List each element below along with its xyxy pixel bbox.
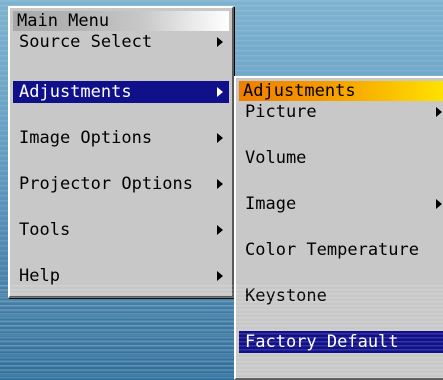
menu-item-label: Keystone: [245, 286, 327, 306]
menu-item-help[interactable]: Help: [13, 265, 229, 287]
menu-item-label: Image: [245, 194, 297, 214]
chevron-right-icon: [217, 87, 223, 97]
submenu-item-picture[interactable]: Picture: [239, 101, 443, 123]
chevron-right-icon: [436, 199, 442, 209]
submenu-title: Adjustments: [239, 81, 443, 101]
adjustments-submenu: Adjustments Picture Volume Image Color T…: [234, 76, 443, 380]
main-menu-title: Main Menu: [13, 11, 229, 31]
menu-item-projector-options[interactable]: Projector Options: [13, 173, 229, 195]
chevron-right-icon: [217, 225, 223, 235]
menu-item-label: Help: [19, 266, 60, 286]
submenu-item-color-temperature[interactable]: Color Temperature: [239, 239, 443, 261]
submenu-item-image[interactable]: Image: [239, 193, 443, 215]
chevron-right-icon: [217, 37, 223, 47]
menu-item-label: Color Temperature: [245, 240, 419, 260]
chevron-right-icon: [217, 133, 223, 143]
menu-item-label: Image Options: [19, 128, 153, 148]
menu-item-label: Projector Options: [19, 174, 193, 194]
menu-item-label: Factory Default: [245, 332, 399, 352]
menu-item-label: Tools: [19, 220, 71, 240]
menu-item-label: Source Select: [19, 32, 153, 52]
main-menu: Main Menu Source Select Adjustments Imag…: [8, 6, 234, 298]
chevron-right-icon: [436, 107, 442, 117]
menu-item-adjustments[interactable]: Adjustments: [13, 81, 229, 103]
menu-item-label: Picture: [245, 102, 317, 122]
chevron-right-icon: [217, 179, 223, 189]
menu-item-label: Volume: [245, 148, 307, 168]
menu-item-source-select[interactable]: Source Select: [13, 31, 229, 53]
submenu-item-factory-default[interactable]: Factory Default: [239, 331, 443, 353]
submenu-item-keystone[interactable]: Keystone: [239, 285, 443, 307]
menu-item-image-options[interactable]: Image Options: [13, 127, 229, 149]
chevron-right-icon: [217, 271, 223, 281]
submenu-item-volume[interactable]: Volume: [239, 147, 443, 169]
menu-item-label: Adjustments: [19, 82, 132, 102]
menu-item-tools[interactable]: Tools: [13, 219, 229, 241]
